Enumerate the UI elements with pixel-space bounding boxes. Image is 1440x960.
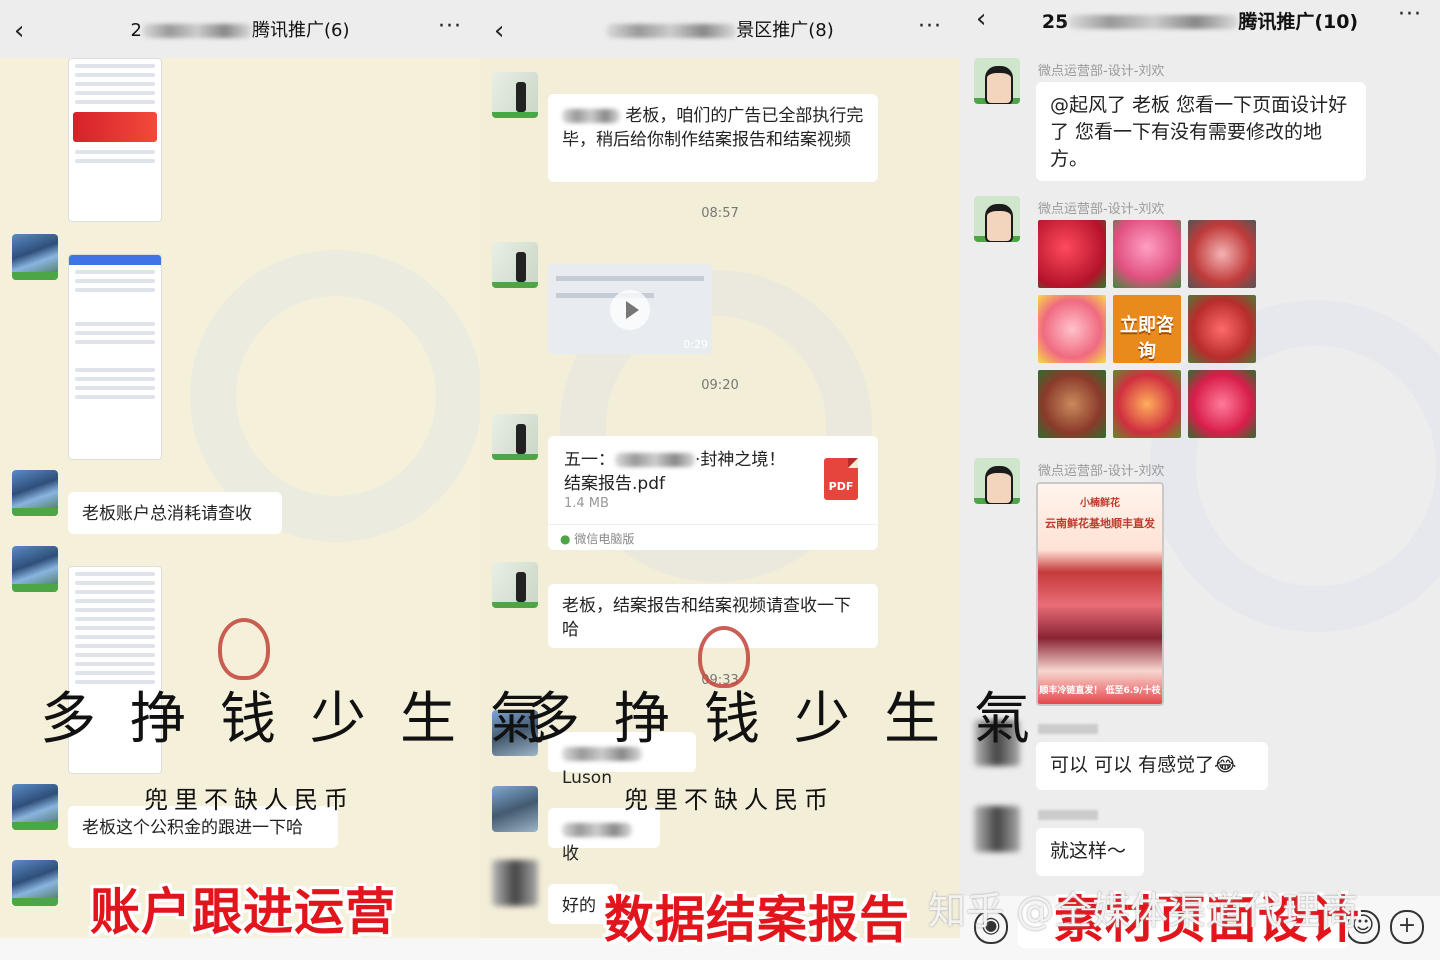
avatar[interactable] <box>12 234 58 280</box>
chat-header: ‹ 2 腾讯推广(6) ··· <box>0 0 480 58</box>
avatar[interactable] <box>12 546 58 592</box>
message-bubble[interactable]: @起风了 老板 您看一下页面设计好了 您看一下有没有需要修改的地方。 <box>1036 82 1366 181</box>
sender-name <box>1038 810 1098 820</box>
red-seal-stamp <box>218 618 270 680</box>
calligraphy-text: 多挣钱少生氣 <box>524 687 1064 752</box>
blurred-group-name <box>141 24 252 38</box>
avatar[interactable] <box>492 72 538 118</box>
overlay-caption: 数据结案报告 <box>604 891 910 949</box>
blurred-group-name <box>1068 15 1239 29</box>
message-bubble[interactable]: 可以 可以 有感觉了😂 <box>1036 742 1268 790</box>
flower-image[interactable] <box>1188 220 1256 288</box>
add-icon[interactable]: + <box>1390 910 1424 944</box>
chat-title: 25 腾讯推广(10) <box>1041 10 1359 33</box>
avatar[interactable] <box>492 242 538 288</box>
file-size: 1.4 MB <box>564 496 609 511</box>
sender-name: 微点运营部-设计-刘欢 <box>1038 64 1165 79</box>
avatar[interactable] <box>492 786 538 832</box>
video-message[interactable]: 0:29 <box>548 264 712 354</box>
sender-name <box>552 78 702 90</box>
more-icon[interactable]: ··· <box>438 14 462 39</box>
avatar[interactable] <box>974 196 1020 242</box>
flower-image[interactable] <box>1188 295 1256 363</box>
image-grid: 立即咨询 <box>1038 220 1256 438</box>
chat-panel-design: ‹ 25 腾讯推广(10) ··· 微点运营部-设计-刘欢 @起风了 老板 您看一… <box>960 0 1440 960</box>
flower-image[interactable] <box>1113 220 1181 288</box>
chat-panel-account: ‹ 2 腾讯推广(6) ··· 老板账户总消耗请查收 老板这个公积金的跟进一下哈 … <box>0 0 480 960</box>
chat-title: 景区推广(8) <box>480 16 960 42</box>
message-bubble[interactable]: 老板账户总消耗请查收 <box>68 492 282 534</box>
chat-panel-report: ‹ 景区推广(8) ··· 老板，咱们的广告已全部执行完毕，稍后给你制作结案报告… <box>480 0 960 960</box>
avatar[interactable] <box>974 58 1020 104</box>
blurred-group-name <box>606 24 737 38</box>
avatar[interactable] <box>974 806 1020 852</box>
overlay-caption: 账户跟进运营 <box>90 883 396 941</box>
message-bubble[interactable]: 就这样～ <box>1036 828 1144 876</box>
sender-name <box>552 568 702 580</box>
calligraphy-subtext: 兜里不缺人民币 <box>144 786 354 814</box>
avatar[interactable] <box>12 860 58 906</box>
flower-image[interactable] <box>1038 295 1106 363</box>
file-source: ● 微信电脑版 <box>560 532 635 546</box>
avatar[interactable] <box>12 470 58 516</box>
flower-image[interactable] <box>1188 370 1256 438</box>
sender-name: 微点运营部-设计-刘欢 <box>1038 202 1165 217</box>
avatar[interactable] <box>12 784 58 830</box>
more-icon[interactable]: ··· <box>1398 2 1422 27</box>
chat-header: ‹ 25 腾讯推广(10) ··· <box>960 0 1440 40</box>
avatar[interactable] <box>492 562 538 608</box>
poster-image[interactable]: 小楠鲜花 云南鲜花基地顺丰直发 顺丰冷链直发！ 低至6.9/十枝 <box>1036 482 1164 706</box>
sender-name: 微点运营部-设计-刘欢 <box>1038 464 1165 479</box>
avatar[interactable] <box>492 860 538 906</box>
file-name: 结案报告.pdf <box>564 474 665 494</box>
avatar[interactable] <box>974 458 1020 504</box>
file-message[interactable]: 五一： ·封神之境！ 结案报告.pdf 1.4 MB PDF ● 微信电脑版 <box>548 436 878 550</box>
consult-tile[interactable]: 立即咨询 <box>1113 295 1181 363</box>
avatar[interactable] <box>492 414 538 460</box>
play-icon[interactable] <box>610 290 650 330</box>
screenshot-image[interactable] <box>68 58 162 222</box>
wechat-icon: ● <box>560 532 571 546</box>
timestamp: 08:57 <box>701 206 739 221</box>
flower-image[interactable] <box>1038 370 1106 438</box>
flower-image[interactable] <box>1113 370 1181 438</box>
chat-header: ‹ 景区推广(8) ··· <box>480 0 960 58</box>
blurred-text <box>562 823 632 837</box>
video-duration: 0:29 <box>683 338 708 351</box>
pdf-file-icon: PDF <box>824 458 858 500</box>
zhihu-watermark: 知乎 @全媒体渠道代理商 <box>928 889 1359 933</box>
more-icon[interactable]: ··· <box>918 14 942 39</box>
blurred-mention <box>562 109 620 123</box>
sender-name <box>72 236 112 248</box>
screenshot-image[interactable] <box>68 254 162 460</box>
flower-image[interactable] <box>1038 220 1106 288</box>
sender-name <box>552 420 702 432</box>
message-bubble[interactable]: 老板，咱们的广告已全部执行完毕，稍后给你制作结案报告和结案视频 <box>548 94 878 182</box>
blurred-file-name <box>615 453 695 467</box>
calligraphy-text: 多挣钱少生氣 <box>40 687 580 752</box>
calligraphy-subtext: 兜里不缺人民币 <box>624 786 834 814</box>
chat-title: 2 腾讯推广(6) <box>130 20 350 41</box>
sender-name <box>552 248 702 260</box>
timestamp: 09:20 <box>701 378 739 393</box>
